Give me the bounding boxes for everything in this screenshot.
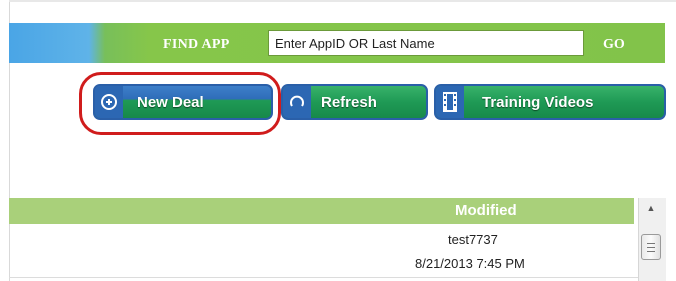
- app-frame: FIND APP GO New Deal Refresh Training Vi…: [0, 0, 676, 281]
- refresh-icon: [283, 86, 311, 118]
- refresh-label: Refresh: [321, 93, 377, 111]
- column-header-modified[interactable]: Modified: [455, 202, 517, 219]
- refresh-button[interactable]: Refresh: [281, 84, 428, 120]
- scrollbar-thumb[interactable]: [641, 234, 661, 260]
- modified-date-cell: 8/21/2013 7:45 PM: [415, 256, 525, 271]
- highlight-ring: [79, 72, 281, 135]
- row-divider: [9, 277, 638, 278]
- training-videos-label: Training Videos: [482, 93, 594, 111]
- top-rule: [9, 0, 676, 2]
- find-app-label: FIND APP: [163, 37, 230, 52]
- grid-header: [9, 198, 634, 224]
- find-app-input[interactable]: [268, 30, 584, 56]
- go-button[interactable]: GO: [603, 37, 625, 53]
- training-videos-button[interactable]: Training Videos: [434, 84, 666, 120]
- scroll-up-arrow-icon[interactable]: ▲: [644, 201, 658, 215]
- film-icon: [436, 86, 464, 118]
- modified-by-cell: test7737: [448, 232, 498, 247]
